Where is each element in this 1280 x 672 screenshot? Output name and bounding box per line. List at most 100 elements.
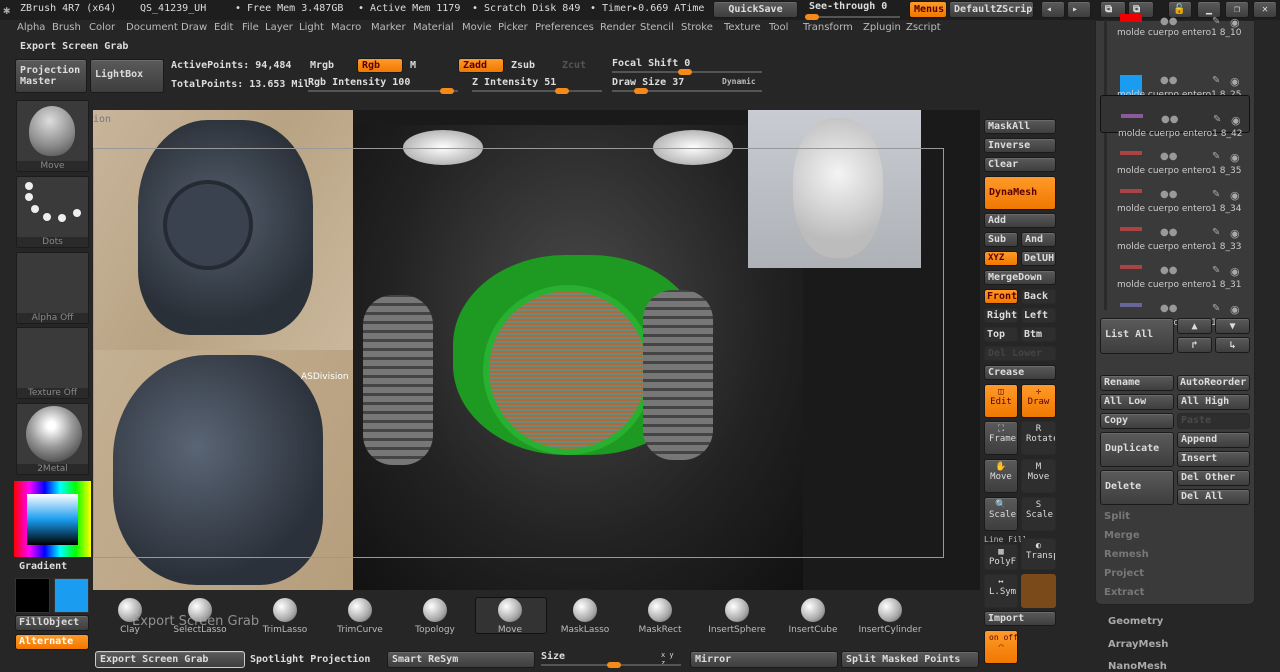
brush-trimcurve[interactable]: TrimCurve	[325, 598, 395, 635]
left-button[interactable]: Left	[1021, 308, 1056, 323]
brush-insertcube[interactable]: InsertCube	[778, 598, 848, 635]
list-all-button[interactable]: List All	[1100, 318, 1174, 354]
brush-maskrect[interactable]: MaskRect	[625, 598, 695, 635]
xyz-symmetry-button[interactable]: XYZ	[984, 251, 1018, 266]
visibility-eye-icon[interactable]: ◉	[1230, 265, 1240, 278]
geometry-section[interactable]: Geometry	[1108, 616, 1163, 627]
maskall-button[interactable]: MaskAll	[984, 119, 1056, 134]
polypaint-brush-icon[interactable]: ✎	[1213, 114, 1221, 125]
size-slider[interactable]: Size x y z	[541, 651, 681, 669]
lsym-button[interactable]: ↔ L.Sym	[984, 574, 1018, 608]
brush-topology[interactable]: Topology	[400, 598, 470, 635]
brush-insertcylinder[interactable]: InsertCylinder	[855, 598, 925, 635]
menu-tool[interactable]: Tool	[769, 22, 788, 33]
brush-move[interactable]: Move	[475, 598, 545, 635]
front-button[interactable]: Front	[984, 289, 1018, 304]
menu-movie[interactable]: Movie	[462, 22, 492, 33]
visibility-eye-icon[interactable]: ◉	[1230, 189, 1240, 202]
alpha-selector[interactable]: Alpha Off	[16, 252, 89, 324]
split-section[interactable]: Split	[1104, 511, 1130, 522]
menu-color[interactable]: Color	[89, 22, 115, 33]
solo-toggle-icon[interactable]: ●●	[1160, 151, 1177, 162]
rename-button[interactable]: Rename	[1100, 375, 1174, 391]
crease-button[interactable]: Crease	[984, 365, 1056, 380]
visibility-eye-icon[interactable]: ◉	[1230, 227, 1240, 240]
close-icon[interactable]: ✕	[1253, 1, 1277, 18]
deluh-button[interactable]: DelUH	[1021, 251, 1056, 266]
ghost-button[interactable]	[1021, 574, 1056, 608]
and-button[interactable]: And	[1021, 232, 1056, 247]
see-through-slider[interactable]: See-through 0	[805, 1, 905, 20]
zcut-button[interactable]: Zcut	[562, 60, 586, 71]
onoff-toggle[interactable]: on off ◠	[984, 630, 1018, 664]
extract-section[interactable]: Extract	[1104, 587, 1144, 598]
polypaint-brush-icon[interactable]: ✎	[1212, 265, 1220, 276]
rotate-button[interactable]: R Rotate	[1021, 421, 1056, 455]
move-button[interactable]: ✋ Move	[984, 459, 1018, 493]
copy-button[interactable]: Copy	[1100, 413, 1174, 429]
move-down-arrow-icon[interactable]: ▼	[1215, 318, 1250, 334]
scale-button[interactable]: 🔍 Scale	[984, 497, 1018, 531]
delete-button[interactable]: Delete	[1100, 470, 1174, 505]
paste-button[interactable]: Paste	[1177, 413, 1250, 429]
brush-insertsphere[interactable]: InsertSphere	[702, 598, 772, 635]
menu-texture[interactable]: Texture	[724, 22, 761, 33]
import-button[interactable]: Import	[984, 611, 1056, 626]
btm-button[interactable]: Btm	[1021, 327, 1056, 342]
del-other-button[interactable]: Del Other	[1177, 470, 1250, 486]
solo-toggle-icon[interactable]: ●●	[1160, 189, 1177, 200]
mergedown-button[interactable]: MergeDown	[984, 270, 1056, 285]
export-screen-grab-button[interactable]: Export Screen Grab	[95, 651, 245, 668]
solo-toggle-icon[interactable]: ●●	[1160, 303, 1177, 314]
brush-selector[interactable]: Move	[16, 100, 89, 172]
focal-shift-slider[interactable]: Focal Shift 0	[612, 58, 762, 75]
menu-picker[interactable]: Picker	[498, 22, 528, 33]
menu-render[interactable]: Render	[600, 22, 636, 33]
autoreorder-button[interactable]: AutoReorder	[1177, 375, 1250, 391]
visibility-eye-icon[interactable]: ◉	[1230, 151, 1240, 164]
mirror-button[interactable]: Mirror	[690, 651, 838, 668]
menu-material[interactable]: Material	[413, 22, 454, 33]
lightbox-button[interactable]: LightBox	[90, 59, 164, 93]
default-zscript-button[interactable]: DefaultZScript	[949, 1, 1034, 18]
subtool-item[interactable]: molde cuerpo entero1 8_35 ◉ ✎ ●●	[1100, 133, 1250, 176]
texture-selector[interactable]: Texture Off	[16, 327, 89, 399]
brush-trimlasso[interactable]: TrimLasso	[250, 598, 320, 635]
menu-macro[interactable]: Macro	[331, 22, 361, 33]
add-button[interactable]: Add	[984, 213, 1056, 228]
arraymesh-section[interactable]: ArrayMesh	[1108, 639, 1168, 650]
draw-button[interactable]: ✛ Draw	[1021, 384, 1056, 418]
back-button[interactable]: Back	[1021, 289, 1056, 304]
scroll-left-icon[interactable]: ◂	[1041, 1, 1065, 18]
mrgb-button[interactable]: Mrgb	[310, 60, 334, 71]
solo-toggle-icon[interactable]: ●●	[1160, 227, 1177, 238]
subtool-item[interactable]: molde cuerpo entero1 8_25◉✎●●	[1100, 57, 1250, 101]
menu-draw[interactable]: Draw	[181, 22, 207, 33]
spotlight-projection-button[interactable]: Spotlight Projection	[250, 654, 370, 665]
smart-resym-button[interactable]: Smart ReSym	[387, 651, 535, 668]
top-button[interactable]: Top	[984, 327, 1018, 342]
del-all-button[interactable]: Del All	[1177, 489, 1250, 505]
right-button[interactable]: Right	[984, 308, 1018, 323]
menu-transform[interactable]: Transform	[803, 22, 853, 33]
all-high-button[interactable]: All High	[1177, 394, 1250, 410]
stroke-selector[interactable]: Dots	[16, 176, 89, 248]
projection-master-button[interactable]: Projection Master	[15, 59, 87, 93]
polypaint-brush-icon[interactable]: ✎	[1212, 75, 1220, 86]
brush-masklasso[interactable]: MaskLasso	[550, 598, 620, 635]
split-masked-points-button[interactable]: Split Masked Points	[841, 651, 979, 668]
polyf-button[interactable]: ▦ PolyF	[984, 544, 1018, 570]
all-low-button[interactable]: All Low	[1100, 394, 1174, 410]
move-up-arrow-icon[interactable]: ▲	[1177, 318, 1212, 334]
quicksave-button[interactable]: QuickSave	[713, 1, 798, 18]
solo-toggle-icon[interactable]: ●●	[1160, 75, 1177, 86]
main-color-swatch[interactable]	[54, 578, 89, 613]
polypaint-brush-icon[interactable]: ✎	[1212, 227, 1220, 238]
merge-section[interactable]: Merge	[1104, 530, 1140, 541]
menus-button[interactable]: Menus	[909, 1, 947, 18]
subtool-item[interactable]: molde cuerpo entero1 8_42 ◉ ✎ ●●	[1100, 95, 1250, 139]
dynamic-toggle[interactable]: Dynamic	[722, 77, 756, 86]
menu-document[interactable]: Document	[126, 22, 178, 33]
polypaint-brush-icon[interactable]: ✎	[1212, 16, 1220, 27]
solo-toggle-icon[interactable]: ●●	[1160, 16, 1177, 27]
